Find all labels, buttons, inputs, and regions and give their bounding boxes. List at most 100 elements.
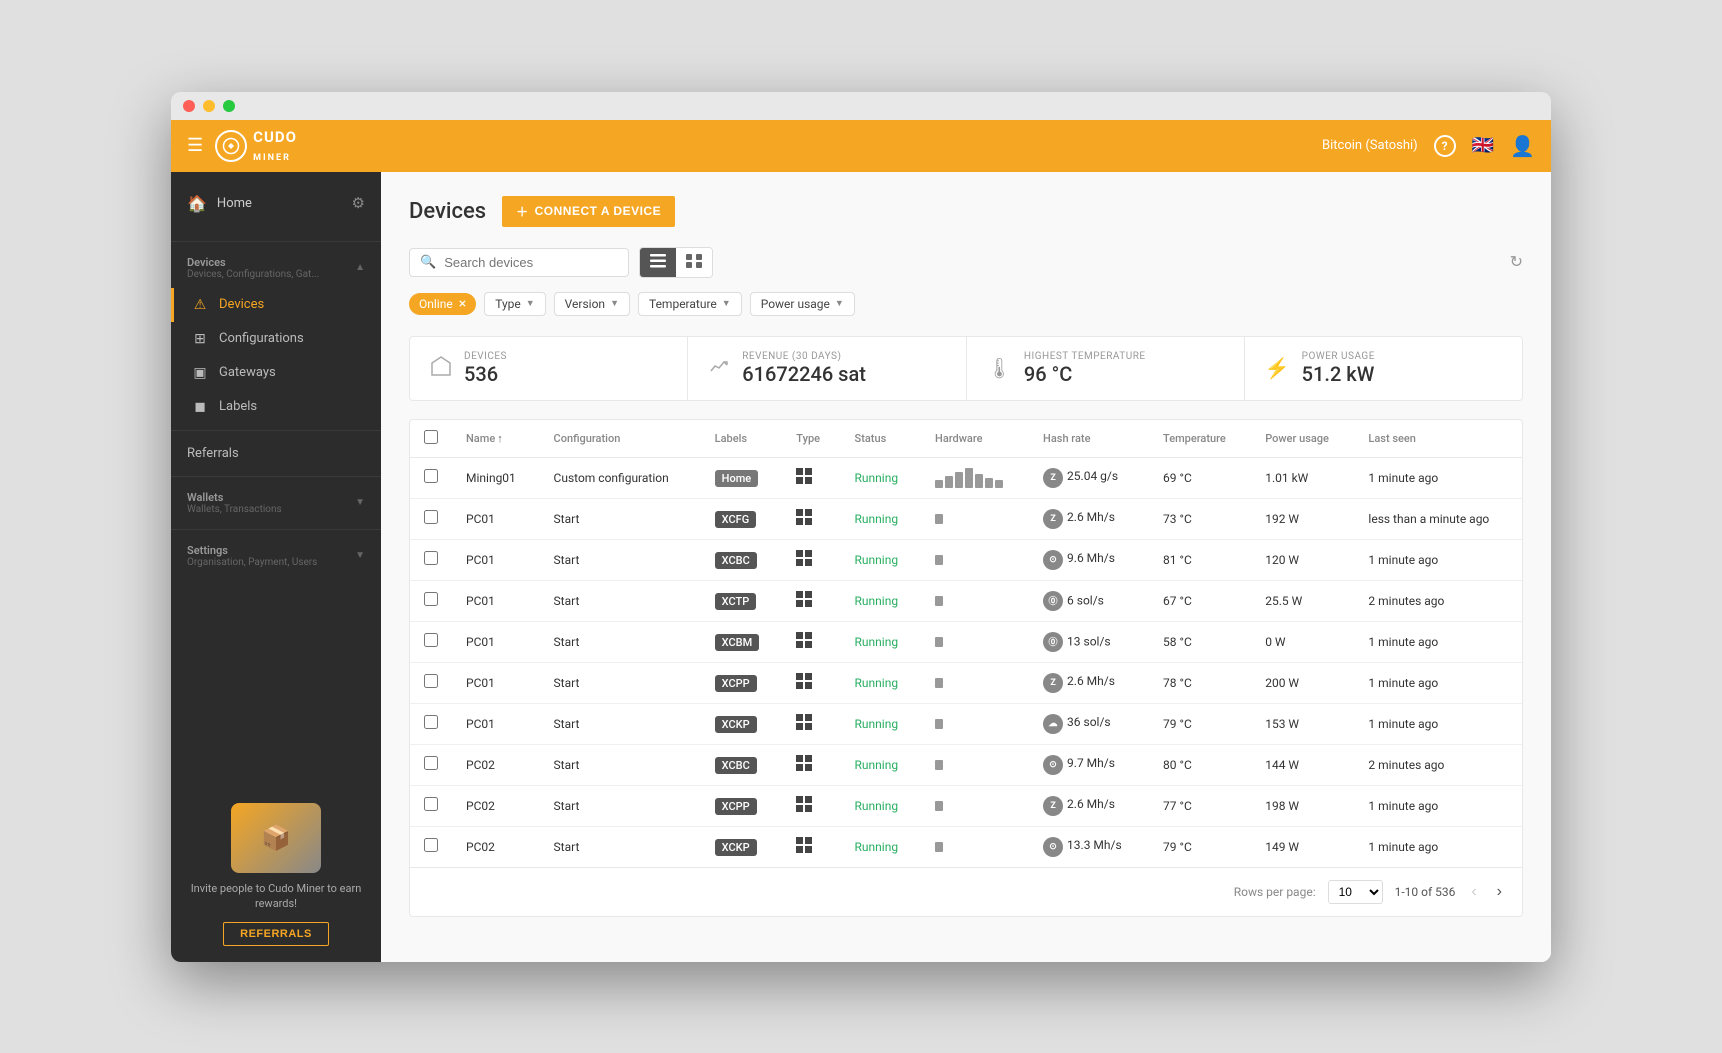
- minimize-btn[interactable]: [203, 100, 215, 112]
- power-stat-value: 51.2 kW: [1302, 362, 1375, 386]
- titlebar: [171, 92, 1551, 120]
- sidebar-labels-label: Labels: [219, 399, 257, 414]
- row-checkbox[interactable]: [424, 838, 438, 852]
- row-checkbox[interactable]: [424, 633, 438, 647]
- sidebar-item-referrals[interactable]: Referrals: [171, 437, 381, 470]
- cell-type: [782, 826, 840, 867]
- sidebar-item-configurations[interactable]: ⊞ Configurations: [171, 322, 381, 356]
- referral-promo-text: Invite people to Cudo Miner to earn rewa…: [187, 881, 365, 912]
- devices-group-chevron[interactable]: ▲: [355, 262, 365, 273]
- cell-lastseen: 1 minute ago: [1354, 703, 1522, 744]
- cell-hashrate: ⊙13.3 Mh/s: [1029, 826, 1149, 867]
- cell-power: 120 W: [1251, 539, 1354, 580]
- rows-per-page-select[interactable]: 10 25 50 100: [1328, 880, 1383, 904]
- cell-lastseen: 1 minute ago: [1354, 662, 1522, 703]
- sidebar-home-label: Home: [217, 196, 252, 211]
- cell-power: 144 W: [1251, 744, 1354, 785]
- status-badge: Running: [855, 594, 899, 608]
- row-checkbox[interactable]: [424, 797, 438, 811]
- sidebar-item-labels[interactable]: ◼ Labels: [171, 390, 381, 424]
- col-lastseen: Last seen: [1354, 420, 1522, 458]
- cell-lastseen: 2 minutes ago: [1354, 580, 1522, 621]
- settings-gear-icon[interactable]: ⚙: [352, 194, 365, 212]
- row-checkbox[interactable]: [424, 469, 438, 483]
- prev-page-button[interactable]: ‹: [1467, 881, 1480, 903]
- row-checkbox[interactable]: [424, 674, 438, 688]
- devices-group-title: Devices: [187, 256, 319, 269]
- logo: CUDOMINER: [215, 128, 297, 164]
- cell-power: 153 W: [1251, 703, 1354, 744]
- settings-group-chevron[interactable]: ▼: [355, 550, 365, 561]
- os-icon: [796, 554, 812, 570]
- cell-hardware: [921, 621, 1029, 662]
- cell-temperature: 78 °C: [1149, 662, 1251, 703]
- page-title: Devices: [409, 199, 486, 224]
- sidebar-divider-3: [171, 476, 381, 477]
- cell-label: XCTP: [701, 580, 783, 621]
- row-checkbox[interactable]: [424, 715, 438, 729]
- type-filter-dropdown[interactable]: Type ▼: [484, 292, 545, 316]
- sidebar-item-devices[interactable]: ⚠ Devices: [171, 288, 381, 322]
- help-icon[interactable]: ?: [1434, 135, 1456, 157]
- col-name: Name ↑: [452, 420, 540, 458]
- online-filter-remove[interactable]: ×: [459, 297, 466, 311]
- cell-status: Running: [841, 580, 922, 621]
- cell-name: PC01: [452, 498, 540, 539]
- view-toggle: [639, 247, 713, 278]
- col-power: Power usage: [1251, 420, 1354, 458]
- cell-name: PC01: [452, 580, 540, 621]
- sidebar-divider-4: [171, 529, 381, 530]
- row-checkbox[interactable]: [424, 756, 438, 770]
- col-hashrate: Hash rate: [1029, 420, 1149, 458]
- connect-device-button[interactable]: ＋ CONNECT A DEVICE: [502, 196, 675, 227]
- row-checkbox[interactable]: [424, 592, 438, 606]
- next-page-button[interactable]: ›: [1493, 881, 1506, 903]
- cell-config: Start: [540, 826, 701, 867]
- language-flag[interactable]: 🇬🇧: [1472, 135, 1494, 156]
- select-all-checkbox[interactable]: [424, 430, 438, 444]
- temp-stat-value: 96 °C: [1024, 362, 1146, 386]
- wallets-group-chevron[interactable]: ▼: [355, 497, 365, 508]
- os-icon: [796, 472, 812, 488]
- sidebar-item-gateways[interactable]: ▣ Gateways: [171, 356, 381, 390]
- referral-button[interactable]: REFERRALS: [223, 922, 329, 946]
- cell-name: PC01: [452, 621, 540, 662]
- cell-hardware: [921, 662, 1029, 703]
- col-labels: Labels: [701, 420, 783, 458]
- cell-lastseen: 1 minute ago: [1354, 826, 1522, 867]
- power-usage-filter-dropdown[interactable]: Power usage ▼: [750, 292, 855, 316]
- os-icon: [796, 800, 812, 816]
- cell-label: XCBC: [701, 744, 783, 785]
- maximize-btn[interactable]: [223, 100, 235, 112]
- top-navigation: ☰ CUDOMINER Bitcoin (Satoshi) ? 🇬🇧 👤: [171, 120, 1551, 172]
- user-account-icon[interactable]: 👤: [1510, 134, 1535, 158]
- temp-stat-label: HIGHEST TEMPERATURE: [1024, 351, 1146, 362]
- table: Name ↑ Configuration Labels Type Status …: [410, 420, 1522, 867]
- sidebar-referrals-label: Referrals: [187, 446, 239, 461]
- cell-label: XCFG: [701, 498, 783, 539]
- table-row: PC01 Start XCKP Running ☁36 sol/s 79 °C …: [410, 703, 1522, 744]
- version-filter-dropdown[interactable]: Version ▼: [554, 292, 630, 316]
- close-btn[interactable]: [183, 100, 195, 112]
- menu-toggle[interactable]: ☰: [187, 135, 203, 156]
- settings-group-subtitle: Organisation, Payment, Users: [187, 557, 317, 568]
- sidebar-gateways-label: Gateways: [219, 365, 276, 380]
- sidebar-item-home[interactable]: 🏠 Home ⚙: [171, 184, 381, 223]
- devices-icon: ⚠: [191, 297, 209, 313]
- refresh-button[interactable]: ↻: [1510, 252, 1523, 272]
- cell-power: 1.01 kW: [1251, 457, 1354, 498]
- os-icon: [796, 718, 812, 734]
- list-view-button[interactable]: [640, 248, 676, 277]
- cell-power: 25.5 W: [1251, 580, 1354, 621]
- wallets-group-subtitle: Wallets, Transactions: [187, 504, 282, 515]
- row-checkbox[interactable]: [424, 510, 438, 524]
- row-checkbox[interactable]: [424, 551, 438, 565]
- cell-type: [782, 662, 840, 703]
- pagination-info: 1-10 of 536: [1395, 885, 1456, 899]
- main-layout: 🏠 Home ⚙ Devices Devices, Configurations…: [171, 172, 1551, 962]
- search-input[interactable]: [444, 255, 618, 270]
- grid-view-button[interactable]: [676, 248, 712, 277]
- devices-stat-value: 536: [464, 362, 507, 386]
- cell-name: PC02: [452, 826, 540, 867]
- temperature-filter-dropdown[interactable]: Temperature ▼: [638, 292, 742, 316]
